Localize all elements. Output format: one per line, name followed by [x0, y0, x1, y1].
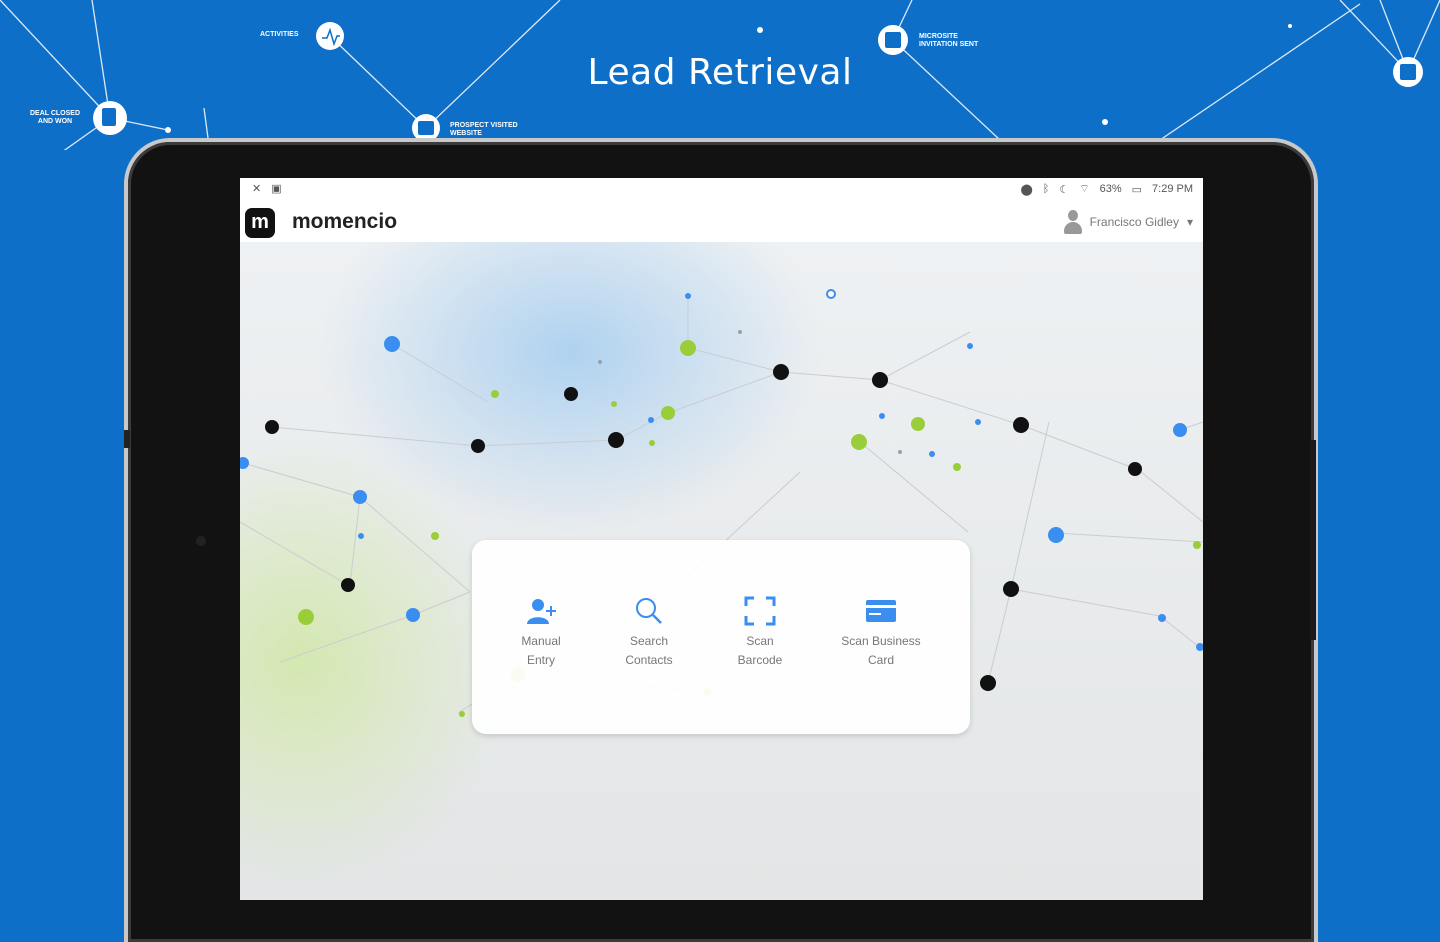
- bluetooth-icon: ᛒ: [1042, 183, 1050, 195]
- user-name: Francisco Gidley: [1089, 215, 1179, 229]
- app-logo[interactable]: m: [245, 208, 275, 238]
- scan-barcode-label-1: Scan: [746, 634, 774, 648]
- status-bar: ✕ ▣ ⬤ ᛒ ☾ ⌔ 63% ▭ 7:29 PM: [240, 178, 1203, 200]
- image-icon: ▣: [271, 183, 282, 195]
- search-icon: [636, 598, 662, 624]
- chevron-down-icon: ▾: [1186, 215, 1193, 229]
- battery-icon: ▭: [1131, 183, 1143, 196]
- background-label-microsite: MICROSITE INVITATION SENT: [919, 33, 979, 48]
- tablet-side-button: [124, 430, 130, 448]
- app-name: momencio: [292, 210, 398, 233]
- scan-business-card-label-1: Scan Business: [841, 634, 921, 648]
- location-icon: ⬤: [1020, 183, 1033, 196]
- search-contacts-button[interactable]: Search Contacts: [594, 596, 704, 670]
- manual-entry-label-2: Entry: [526, 653, 555, 667]
- network-map: Manual Entry Search Contacts Scan Barcod…: [240, 242, 1203, 900]
- scan-barcode-label-2: Barcode: [737, 653, 783, 667]
- battery-percent: 63%: [1099, 183, 1122, 195]
- app-header: m momencio Francisco Gidley ▾: [240, 200, 1203, 243]
- card-icon: [866, 600, 896, 622]
- clock-time: 7:29 PM: [1152, 183, 1193, 195]
- page-headline: Lead Retrieval: [587, 52, 853, 93]
- tablet-side-button: [1310, 440, 1316, 640]
- scan-business-card-label-2: Card: [867, 653, 894, 667]
- background-label-prospect: PROSPECT VISITED WEBSITE: [450, 122, 518, 137]
- scan-frame-icon: [744, 596, 776, 626]
- background-label-activities: ACTIVITIES: [260, 31, 299, 38]
- lead-action-card: Manual Entry Search Contacts Scan Barcod…: [472, 540, 970, 734]
- add-user-icon: [527, 599, 556, 624]
- search-contacts-label-2: Contacts: [625, 653, 673, 667]
- search-contacts-label-1: Search: [629, 634, 669, 648]
- scan-barcode-button[interactable]: Scan Barcode: [705, 596, 815, 670]
- manual-entry-label-1: Manual: [521, 634, 561, 648]
- tablet-screen: ✕ ▣ ⬤ ᛒ ☾ ⌔ 63% ▭ 7:29 PM m momencio Fra…: [240, 178, 1203, 900]
- moon-icon: ☾: [1059, 183, 1070, 196]
- scan-business-card-button[interactable]: Scan Business Card: [826, 596, 936, 670]
- avatar: [1063, 210, 1082, 234]
- background-label-deal: DEAL CLOSED AND WON: [29, 110, 81, 125]
- tablet-camera: [196, 536, 206, 546]
- mute-icon: ✕: [252, 183, 262, 195]
- manual-entry-button[interactable]: Manual Entry: [486, 596, 596, 670]
- user-menu[interactable]: Francisco Gidley ▾: [1063, 210, 1193, 234]
- wifi-icon: ⌔: [1079, 183, 1090, 195]
